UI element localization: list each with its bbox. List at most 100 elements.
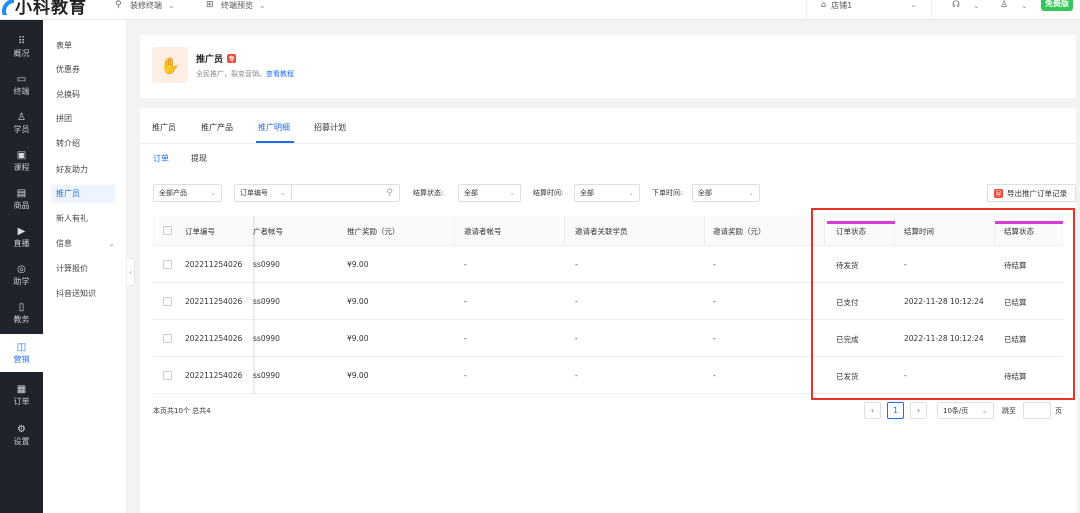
frozen-column-shadow — [253, 216, 256, 394]
free-version-badge[interactable]: 免费版 — [1041, 0, 1073, 11]
row-checkbox[interactable] — [163, 297, 172, 306]
select-all-checkbox[interactable] — [163, 226, 172, 235]
cell-promoter-account: ss0990 — [253, 297, 280, 306]
cell-invite-reward: - — [713, 297, 716, 306]
description-text: 全民推广，裂变营销。 — [196, 70, 266, 78]
jump-page-input[interactable] — [1023, 402, 1051, 419]
chevron-down-icon: ⌄ — [108, 239, 115, 248]
main-tabs: 推广员 推广产品 推广明细 招募计划 — [140, 108, 1077, 144]
logo[interactable]: 小科教育 — [0, 0, 87, 18]
cell-promoter-account: ss0990 — [253, 260, 280, 269]
subnav-item-douyin[interactable]: 抖音送知识 — [55, 285, 119, 303]
export-icon: 导 — [994, 188, 1003, 198]
tab-promoter[interactable]: 推广员 — [152, 122, 176, 133]
nav-goods[interactable]: ▤ 商品 — [0, 180, 43, 218]
select-value: 10条/页 — [943, 406, 969, 415]
settle-time-label: 结算时间: — [533, 189, 564, 197]
preview-terminal-menu[interactable]: ⊞ 终端预览 ⌄ — [206, 0, 266, 10]
search-input[interactable]: ⚲ — [292, 184, 400, 202]
support-menu[interactable]: ☊ ⌄ — [952, 0, 980, 10]
col-promo-reward: 推广奖励（元） — [347, 227, 400, 236]
subnav-item-coupon[interactable]: 优惠券 — [55, 61, 119, 79]
headset-icon: ☊ — [952, 0, 960, 10]
decorate-terminal-menu[interactable]: ⚲ 装修终端 ⌄ — [115, 0, 175, 10]
nav-marketing[interactable]: ◫ 营销 — [0, 334, 43, 372]
order-time-label: 下单时间: — [652, 189, 683, 197]
cell-inviter-student: - — [575, 334, 578, 343]
prev-page-button[interactable]: ‹ — [864, 402, 881, 419]
cell-promo-reward: ¥9.00 — [347, 260, 369, 269]
nav-student[interactable]: ♙ 学员 — [0, 104, 43, 142]
subnav-item-new-user-gift[interactable]: 新人有礼 — [55, 210, 119, 228]
live-icon: ▶ — [17, 225, 26, 237]
marketing-icon: ◫ — [16, 341, 27, 353]
annotation-underline — [827, 221, 895, 224]
nav-settings[interactable]: ⚙ 设置 — [0, 416, 43, 454]
nav-terminal[interactable]: ▭ 终端 — [0, 66, 43, 104]
student-icon: ♙ — [17, 111, 26, 123]
tab-promo-products[interactable]: 推广产品 — [201, 122, 233, 133]
chevron-down-icon: ⌄ — [280, 189, 286, 197]
chevron-down-icon: ⌄ — [910, 0, 917, 9]
nav-label: 助学 — [13, 276, 30, 286]
row-checkbox[interactable] — [163, 334, 172, 343]
subnav-item-form[interactable]: 表单 — [55, 37, 119, 55]
jump-label: 跳至 — [1002, 407, 1016, 415]
promoter-icon: ✋ — [152, 47, 188, 83]
nav-assist[interactable]: ◎ 助学 — [0, 256, 43, 294]
subnav-item-group-buy[interactable]: 拼团 — [55, 110, 119, 128]
page-size-select[interactable]: 10条/页 ⌄ — [937, 402, 994, 419]
page-description: 全民推广，裂变营销。查看教程 — [196, 69, 294, 79]
subtab-withdraw[interactable]: 提现 — [191, 153, 207, 164]
annotation-underline — [995, 221, 1063, 224]
paint-icon: ⚲ — [115, 0, 122, 10]
tab-recruit-plan[interactable]: 招募计划 — [314, 122, 346, 133]
filter-bar: 全部产品 ⌄ 订单编号 ⌄ ⚲ 结算状态: 全部 ⌄ 结算时间: 全部 ⌄ 下单… — [153, 184, 1076, 202]
tab-promo-details[interactable]: 推广明细 — [258, 122, 290, 133]
subnav-item-promoter[interactable]: 推广员 — [51, 185, 115, 203]
nav-teaching[interactable]: ▯ 教务 — [0, 294, 43, 332]
col-promoter-account: 广者帐号 — [253, 227, 283, 236]
settle-status-select[interactable]: 全部 ⌄ — [458, 184, 521, 202]
store-label: 店铺1 — [831, 1, 853, 10]
page-number-button[interactable]: 1 — [887, 402, 904, 419]
nav-label: 设置 — [13, 436, 30, 446]
order-icon: ▦ — [16, 383, 27, 395]
column-divider — [704, 216, 705, 246]
subnav-item-referral[interactable]: 转介绍 — [55, 135, 119, 153]
select-value: 全部产品 — [159, 189, 187, 197]
product-select[interactable]: 全部产品 ⌄ — [153, 184, 222, 202]
page-suffix-label: 页 — [1055, 407, 1062, 415]
user-menu[interactable]: ♙ ⌄ — [1000, 0, 1028, 10]
row-checkbox[interactable] — [163, 260, 172, 269]
chevron-down-icon: ⌄ — [748, 189, 754, 197]
course-icon: ▣ — [16, 149, 27, 161]
nav-live[interactable]: ▶ 直播 — [0, 218, 43, 256]
subnav-item-friend-help[interactable]: 好友助力 — [55, 161, 119, 179]
row-checkbox[interactable] — [163, 371, 172, 380]
tutorial-link[interactable]: 查看教程 — [266, 70, 294, 78]
collapse-subnav-button[interactable]: ‹ — [127, 258, 135, 286]
subnav-item-quote[interactable]: 计算报价 — [55, 260, 119, 278]
subnav-item-info[interactable]: 信息 ⌄ — [55, 235, 119, 253]
settle-time-select[interactable]: 全部 ⌄ — [574, 184, 640, 202]
highlight-annotation-box — [811, 208, 1075, 400]
nav-order[interactable]: ▦ 订单 — [0, 376, 43, 414]
order-field-select[interactable]: 订单编号 ⌄ — [234, 184, 292, 202]
cell-order-no: 202211254026 — [185, 371, 243, 380]
page-scrollbar[interactable] — [1076, 20, 1080, 320]
nav-course[interactable]: ▣ 课程 — [0, 142, 43, 180]
cell-inviter-student: - — [575, 260, 578, 269]
chevron-left-icon: ‹ — [870, 406, 875, 415]
nav-overview[interactable]: ⠿ 概况 — [0, 28, 43, 66]
subtab-orders[interactable]: 订单 — [153, 153, 169, 164]
user-icon: ♙ — [1000, 0, 1009, 10]
export-orders-button[interactable]: 导 导出推广订单记录 — [987, 184, 1076, 202]
subnav-item-redeem-code[interactable]: 兑换码 — [55, 86, 119, 104]
store-selector[interactable]: ⌂ 店铺1 ⌄ — [806, 0, 932, 20]
cell-inviter-account: - — [464, 260, 467, 269]
next-page-button[interactable]: › — [910, 402, 927, 419]
select-value: 全部 — [698, 189, 712, 197]
order-time-select[interactable]: 全部 ⌄ — [692, 184, 760, 202]
select-value: 订单编号 — [240, 189, 268, 197]
